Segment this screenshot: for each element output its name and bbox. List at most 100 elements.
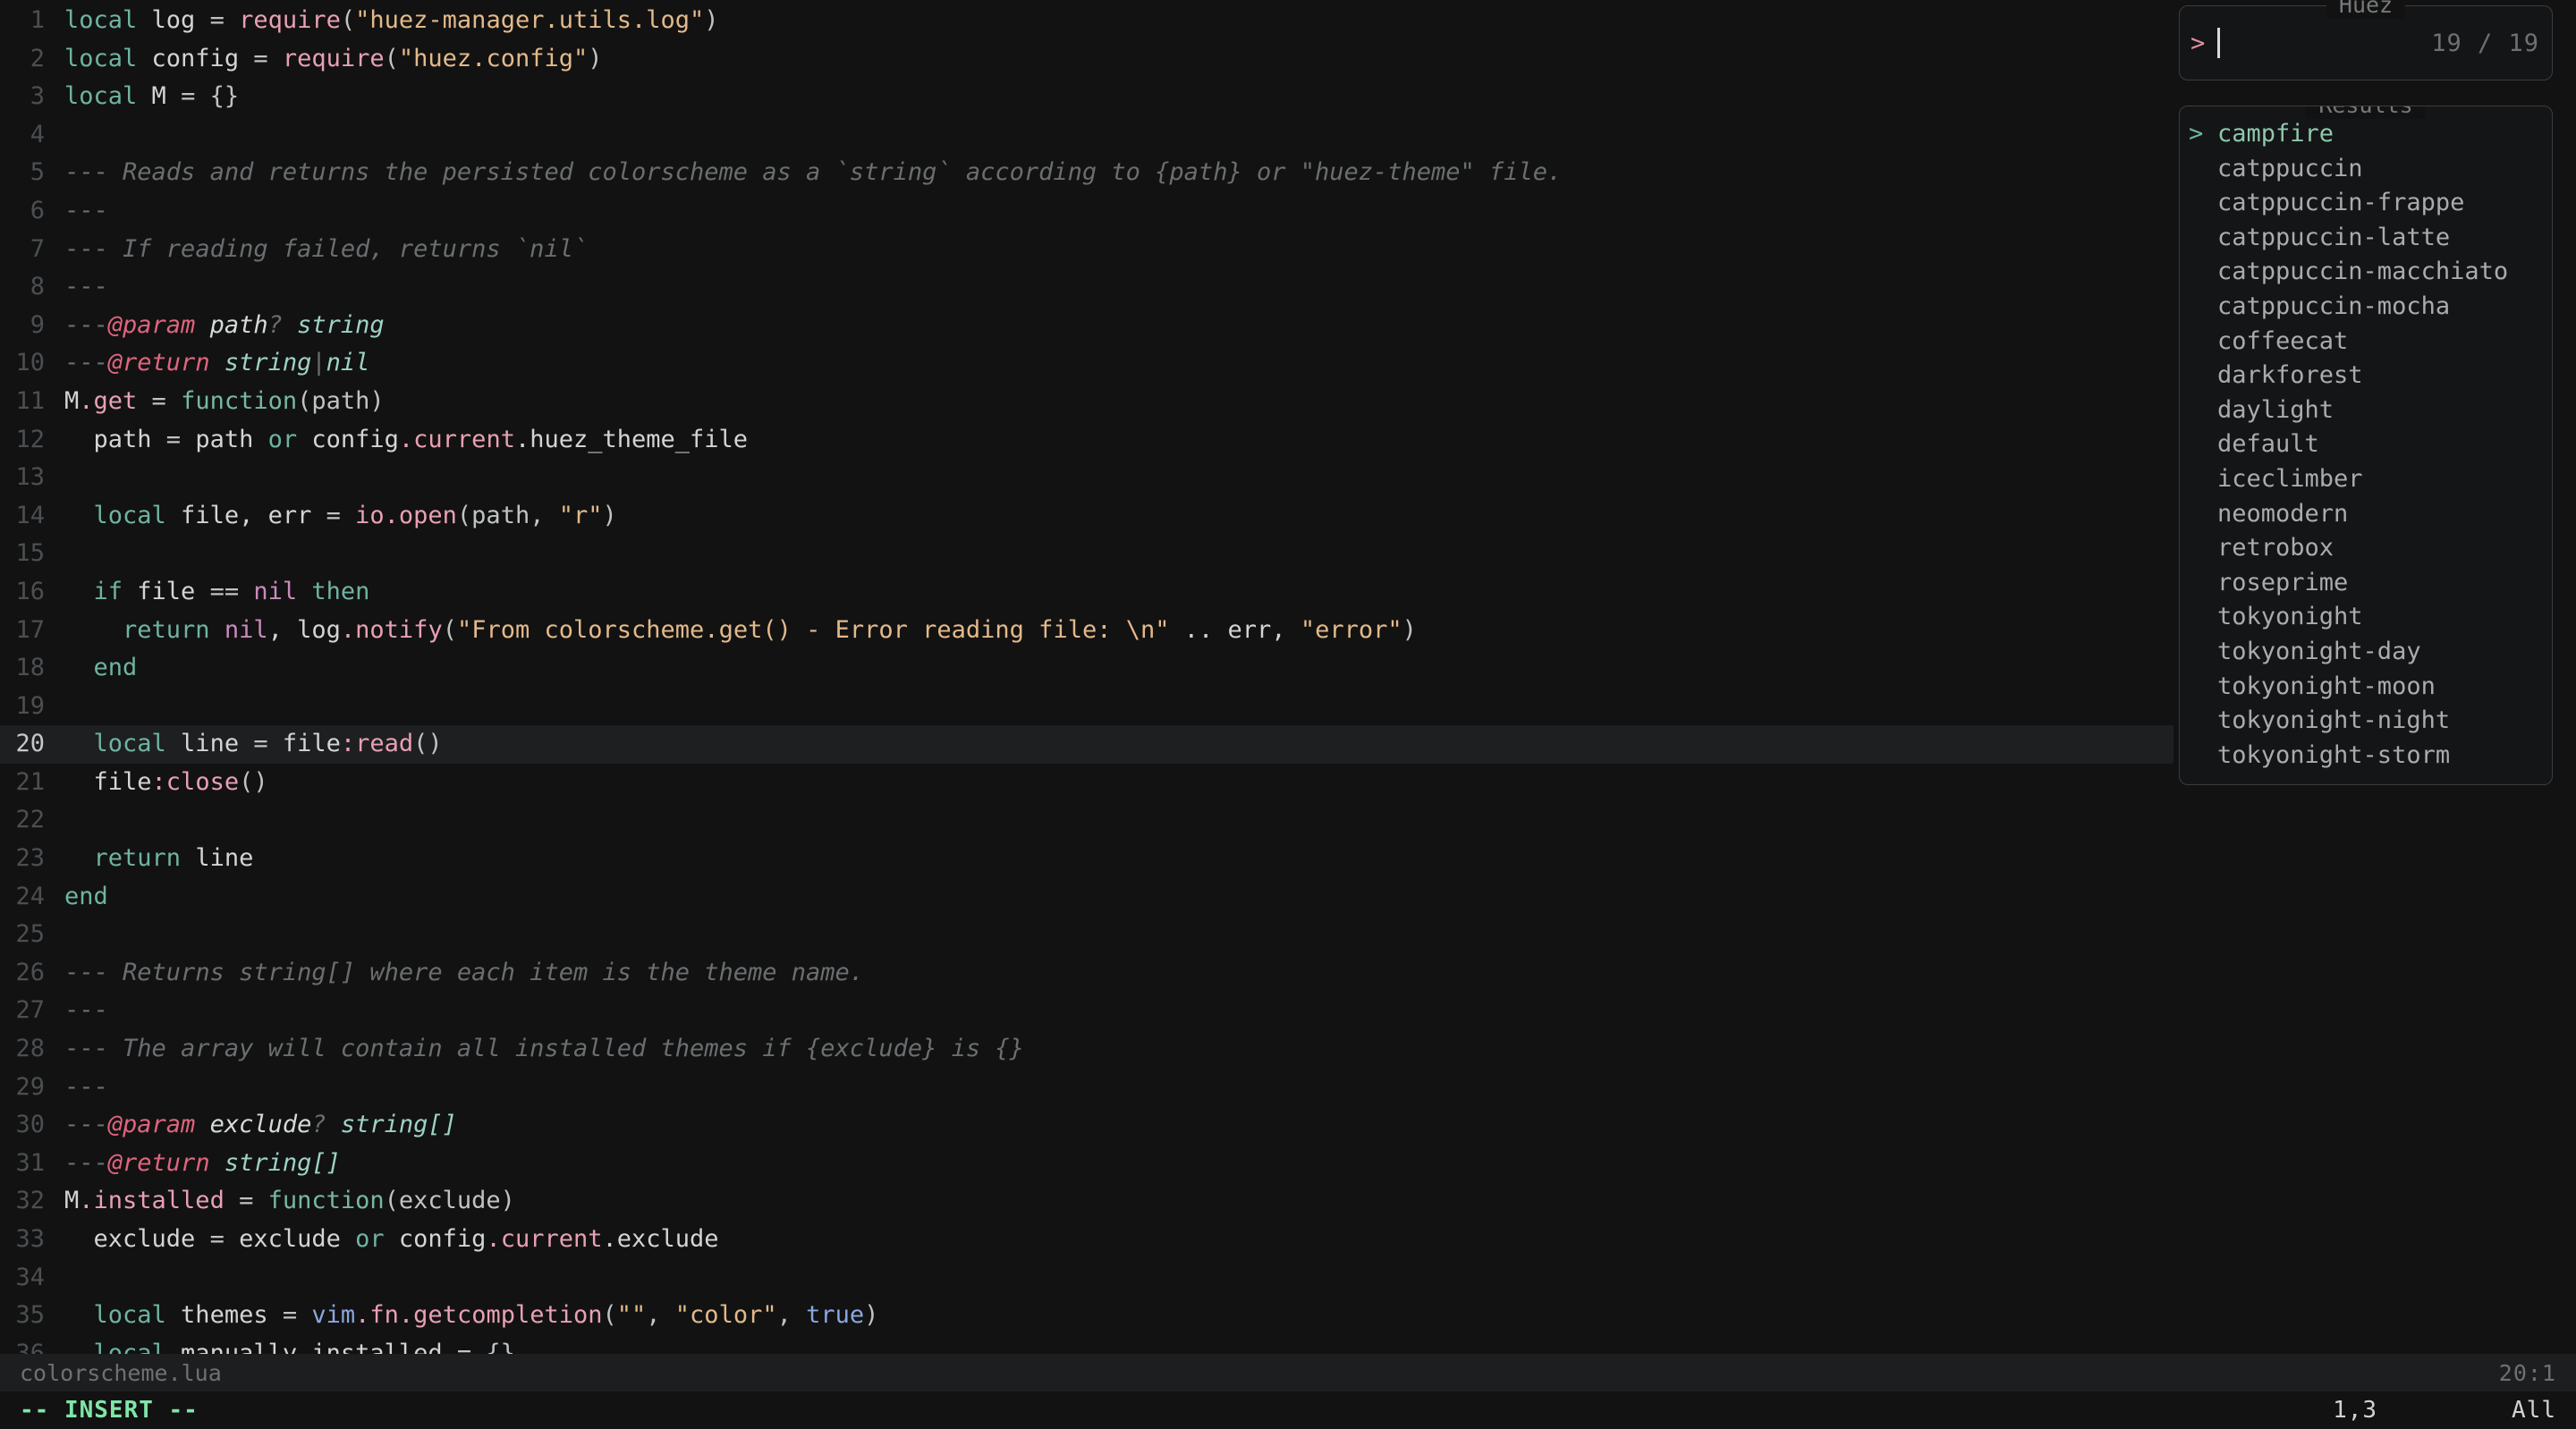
result-item[interactable]: tokyonight-storm bbox=[2180, 739, 2552, 774]
line-text[interactable]: if file == nil then bbox=[64, 573, 370, 612]
line-text[interactable]: return line bbox=[64, 840, 254, 878]
line-text[interactable]: ---@return string[] bbox=[64, 1145, 341, 1183]
line-text[interactable]: local manually_installed = {} bbox=[64, 1335, 515, 1354]
line-text[interactable]: file:close() bbox=[64, 764, 268, 802]
code-token: = bbox=[151, 386, 182, 415]
line-text[interactable]: --- If reading failed, returns `nil` bbox=[64, 231, 588, 269]
code-line[interactable]: 29 --- bbox=[0, 1069, 2576, 1107]
result-item[interactable]: catppuccin-latte bbox=[2180, 221, 2552, 256]
code-line[interactable]: 23 return line bbox=[0, 840, 2576, 878]
code-token: vim bbox=[311, 1301, 356, 1330]
picker-input-box[interactable]: Huez > 19 / 19 bbox=[2179, 0, 2553, 80]
line-text[interactable]: exclude = exclude or config.current.excl… bbox=[64, 1221, 719, 1259]
line-text[interactable]: end bbox=[64, 649, 138, 688]
code-line[interactable]: 36 local manually_installed = {} bbox=[0, 1335, 2576, 1354]
line-text[interactable]: end bbox=[64, 878, 108, 917]
code-token: --- bbox=[64, 158, 108, 187]
line-text[interactable]: local line = file:read() bbox=[64, 725, 443, 764]
code-line[interactable]: 35 local themes = vim.fn.getcompletion("… bbox=[0, 1297, 2576, 1335]
code-token: local bbox=[93, 1301, 166, 1330]
line-text[interactable]: ---@return string|nil bbox=[64, 344, 369, 383]
line-text[interactable]: local themes = vim.fn.getcompletion("", … bbox=[64, 1297, 879, 1335]
huez-picker[interactable]: Huez > 19 / 19 Results > campfire catppucc… bbox=[2179, 0, 2553, 785]
code-line[interactable]: 27 --- bbox=[0, 992, 2576, 1030]
line-number: 14 bbox=[15, 501, 45, 529]
code-line[interactable]: 24 end bbox=[0, 878, 2576, 917]
result-item[interactable]: neomodern bbox=[2180, 497, 2552, 532]
code-token: nil bbox=[224, 615, 268, 644]
code-line[interactable]: 26 --- Returns string[] where each item i… bbox=[0, 954, 2576, 993]
line-number: 34 bbox=[15, 1263, 45, 1291]
result-item[interactable]: tokyonight-moon bbox=[2180, 670, 2552, 705]
result-item[interactable]: iceclimber bbox=[2180, 462, 2552, 497]
line-text[interactable]: --- Returns string[] where each item is … bbox=[64, 954, 864, 993]
result-item[interactable]: tokyonight-night bbox=[2180, 704, 2552, 739]
line-text[interactable]: local file, err = io.open(path, "r") bbox=[64, 497, 617, 536]
code-token: string[] bbox=[209, 1148, 341, 1177]
code-line[interactable]: 34 bbox=[0, 1259, 2576, 1298]
code-line[interactable]: 32 M.installed = function(exclude) bbox=[0, 1182, 2576, 1221]
line-number: 31 bbox=[15, 1148, 45, 1177]
text-cursor bbox=[2217, 28, 2221, 58]
result-item-label: default bbox=[2217, 430, 2319, 459]
line-number: 4 bbox=[30, 120, 45, 148]
editor-area[interactable]: 1 local log = require("huez-manager.utils… bbox=[0, 0, 2576, 1354]
statusline: colorscheme.lua 20:1 bbox=[0, 1354, 2576, 1391]
line-text[interactable]: path = path or config.current.huez_theme… bbox=[64, 421, 749, 460]
code-line[interactable]: 28 --- The array will contain all install… bbox=[0, 1030, 2576, 1069]
code-token: function bbox=[267, 1187, 385, 1215]
line-text[interactable]: --- bbox=[64, 192, 108, 231]
selection-marker-icon: > bbox=[2189, 120, 2204, 148]
picker-results-box[interactable]: Results > campfire catppuccin catppuccin-fr… bbox=[2179, 106, 2553, 785]
line-text[interactable]: return nil, log.notify("From colorscheme… bbox=[64, 612, 1417, 650]
line-text[interactable]: --- The array will contain all installed… bbox=[64, 1030, 1024, 1069]
result-item[interactable]: tokyonight bbox=[2180, 600, 2552, 635]
line-number: 27 bbox=[15, 996, 45, 1025]
line-text[interactable]: M.installed = function(exclude) bbox=[64, 1182, 515, 1221]
code-token: = bbox=[209, 6, 240, 34]
code-token: :close bbox=[151, 767, 240, 796]
code-token: nil bbox=[253, 577, 298, 605]
code-token: line bbox=[165, 730, 254, 758]
result-item-selected[interactable]: > campfire bbox=[2180, 117, 2552, 152]
code-line[interactable]: 30 ---@param exclude? string[] bbox=[0, 1106, 2576, 1145]
line-text[interactable]: --- bbox=[64, 992, 108, 1030]
code-token: config bbox=[137, 44, 254, 72]
result-item[interactable]: daylight bbox=[2180, 393, 2552, 428]
code-line[interactable]: 22 bbox=[0, 801, 2576, 840]
line-text[interactable]: local M = {} bbox=[64, 78, 239, 116]
code-line[interactable]: 33 exclude = exclude or config.current.e… bbox=[0, 1221, 2576, 1259]
line-number: 2 bbox=[30, 44, 45, 72]
line-text[interactable]: ---@param path? string bbox=[64, 307, 385, 345]
line-text[interactable]: M.get = function(path) bbox=[64, 383, 385, 421]
results-list[interactable]: > campfire catppuccin catppuccin-frappe catp… bbox=[2180, 117, 2552, 773]
result-item[interactable]: catppuccin-frappe bbox=[2180, 186, 2552, 221]
code-token: ) bbox=[704, 6, 719, 34]
code-token: end bbox=[93, 654, 138, 682]
line-text[interactable]: ---@param exclude? string[] bbox=[64, 1106, 457, 1145]
result-item-label: tokyonight-moon bbox=[2217, 672, 2436, 700]
line-number: 23 bbox=[15, 844, 45, 873]
code-line[interactable]: 31 ---@return string[] bbox=[0, 1145, 2576, 1183]
line-text[interactable]: --- bbox=[64, 268, 108, 307]
result-item[interactable]: default bbox=[2180, 427, 2552, 462]
command-line[interactable]: -- INSERT -- 1,3 All bbox=[0, 1391, 2576, 1429]
code-token: = bbox=[253, 44, 283, 72]
code-line[interactable]: 20 local line = file:read() bbox=[0, 725, 2174, 764]
code-token: exclude bbox=[64, 1225, 210, 1253]
result-item[interactable]: catppuccin bbox=[2180, 152, 2552, 187]
code-token: , log bbox=[267, 615, 341, 644]
result-item[interactable]: catppuccin-mocha bbox=[2180, 290, 2552, 325]
result-item[interactable]: darkforest bbox=[2180, 359, 2552, 393]
line-text[interactable]: local config = require("huez.config") bbox=[64, 40, 603, 79]
result-item[interactable]: coffeecat bbox=[2180, 325, 2552, 359]
line-text[interactable]: --- bbox=[64, 1069, 108, 1107]
result-item[interactable]: retrobox bbox=[2180, 531, 2552, 566]
line-text[interactable]: --- Reads and returns the persisted colo… bbox=[64, 154, 1562, 192]
result-item[interactable]: catppuccin-macchiato bbox=[2180, 255, 2552, 290]
code-token: file bbox=[123, 577, 210, 605]
line-text[interactable]: local log = require("huez-manager.utils.… bbox=[64, 2, 719, 40]
result-item[interactable]: roseprime bbox=[2180, 566, 2552, 601]
result-item[interactable]: tokyonight-day bbox=[2180, 635, 2552, 670]
code-line[interactable]: 25 bbox=[0, 916, 2576, 954]
